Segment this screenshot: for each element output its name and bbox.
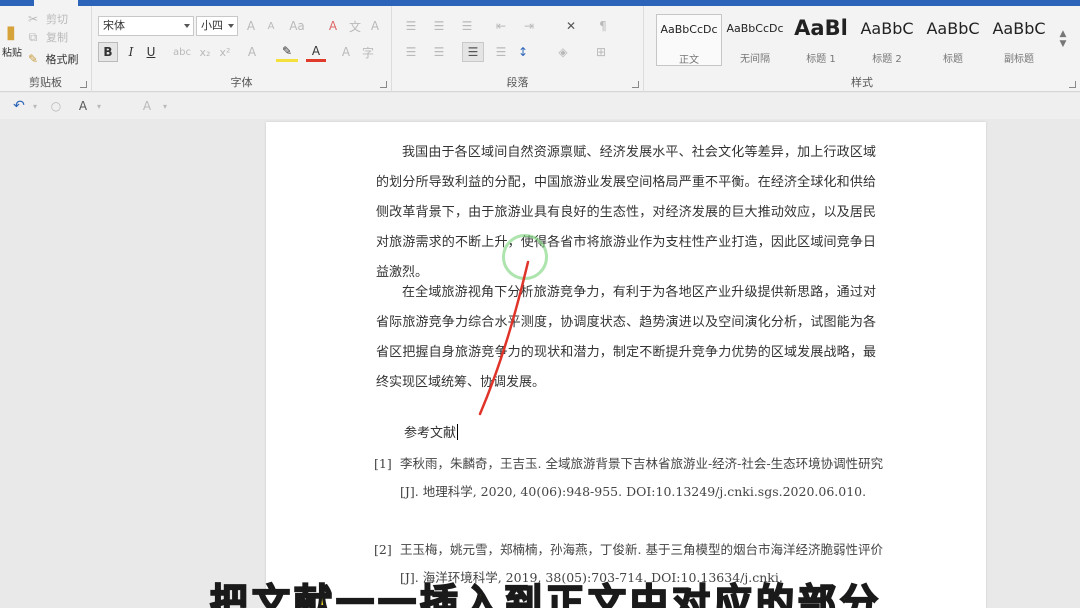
paragraph-group: ☰ ☰ ☰ ⇤ ⇥ ✕ ¶ ☰ ☰ ☰ ☰ ☰ ↕ ◈ ⊞ 段落	[392, 6, 644, 92]
font-style-icon[interactable]: A	[74, 96, 92, 116]
strikethrough-button[interactable]: abc	[172, 42, 192, 62]
format-painter-label[interactable]: 格式刷	[42, 52, 82, 66]
grow-font-icon[interactable]: A	[242, 16, 260, 36]
ribbon: ▮ 粘贴 ✂ 剪切 ⧉ 复制 ✎ 格式刷 剪贴板 宋体 小四 A A Aa A …	[0, 6, 1080, 92]
styles-group: AaBbCcDc 正文 AaBbCcDc 无间隔 AaBl 标题 1 AaBbC…	[644, 6, 1080, 92]
style-sample: AaBl	[794, 16, 848, 40]
show-marks-icon[interactable]: ¶	[592, 16, 614, 36]
multilevel-list-icon[interactable]: ☰	[456, 16, 478, 36]
document-page[interactable]: 我国由于各区域间自然资源禀赋、经济发展水平、社会文化等差异，加上行政区域的划分所…	[266, 122, 986, 608]
subscript-button[interactable]: x₂	[196, 42, 214, 62]
sort-icon[interactable]: ✕	[560, 16, 582, 36]
justify-icon[interactable]: ☰	[462, 42, 484, 62]
text-format-icon[interactable]: A	[138, 96, 156, 116]
chevron-down-icon	[184, 24, 190, 28]
word-window: ▮ 粘贴 ✂ 剪切 ⧉ 复制 ✎ 格式刷 剪贴板 宋体 小四 A A Aa A …	[0, 0, 1080, 608]
copy-icon[interactable]: ⧉	[26, 30, 40, 44]
style-heading-1[interactable]: AaBl 标题 1	[788, 14, 854, 66]
font-color-icon[interactable]: A	[306, 42, 326, 62]
clipboard-group: ▮ 粘贴 ✂ 剪切 ⧉ 复制 ✎ 格式刷 剪贴板	[0, 6, 92, 92]
numbering-icon[interactable]: ☰	[428, 16, 450, 36]
styles-scroll-icon[interactable]: ▲ ▼	[1056, 14, 1070, 64]
font-name-select[interactable]: 宋体	[98, 16, 194, 36]
style-subtitle[interactable]: AaBbC 副标题	[986, 14, 1052, 66]
cut-icon[interactable]: ✂	[26, 12, 40, 26]
format-painter-icon[interactable]: ✎	[26, 52, 40, 66]
style-name: 标题	[943, 54, 963, 65]
paste-label[interactable]: 粘贴	[0, 44, 24, 59]
align-left-icon[interactable]: ☰	[400, 42, 422, 62]
cut-label[interactable]: 剪切	[42, 12, 72, 26]
font-group: 宋体 小四 A A Aa A 文 A B I U abc x₂ x² A ✎ A…	[92, 6, 392, 92]
clear-format-icon[interactable]: A	[324, 16, 342, 36]
style-name: 正文	[679, 55, 699, 66]
decrease-indent-icon[interactable]: ⇤	[490, 16, 512, 36]
distributed-icon[interactable]: ☰	[490, 42, 512, 62]
line-spacing-icon[interactable]: ↕	[512, 42, 534, 62]
undo-icon[interactable]: ↶	[10, 96, 28, 116]
align-center-icon[interactable]: ☰	[428, 42, 450, 62]
font-name-value: 宋体	[103, 19, 125, 32]
chevron-down-icon[interactable]: ▾	[30, 96, 40, 116]
font-size-select[interactable]: 小四	[196, 16, 238, 36]
text-effects-icon[interactable]: A	[242, 42, 262, 62]
style-normal[interactable]: AaBbCcDc 正文	[656, 14, 722, 66]
char-shading-icon[interactable]: A	[336, 42, 356, 62]
bullets-icon[interactable]: ☰	[400, 16, 422, 36]
char-border-icon[interactable]: A	[366, 16, 384, 36]
style-sample: AaBbC	[860, 19, 914, 38]
superscript-button[interactable]: x²	[216, 42, 234, 62]
italic-button[interactable]: I	[122, 42, 140, 62]
annotation-stroke	[478, 260, 530, 416]
underline-button[interactable]: U	[142, 42, 160, 62]
redo-icon[interactable]: ○	[48, 96, 64, 116]
change-case-icon[interactable]: Aa	[286, 16, 308, 36]
style-sample: AaBbCcDc	[726, 22, 784, 35]
style-sample: AaBbCcDc	[660, 23, 718, 36]
bold-button[interactable]: B	[98, 42, 118, 62]
shading-icon[interactable]: ◈	[552, 42, 574, 62]
increase-indent-icon[interactable]: ⇥	[518, 16, 540, 36]
style-sample: AaBbC	[992, 19, 1046, 38]
styles-group-label: 样式	[851, 76, 873, 89]
style-name: 副标题	[1004, 54, 1034, 65]
style-name: 标题 1	[806, 54, 836, 65]
video-subtitle: 把文献一一插入到正文中对应的部分	[209, 580, 883, 608]
paragraph-launcher-icon[interactable]	[632, 81, 639, 88]
font-launcher-icon[interactable]	[380, 81, 387, 88]
style-no-spacing[interactable]: AaBbCcDc 无间隔	[722, 14, 788, 66]
paragraph-group-label: 段落	[506, 76, 529, 89]
style-title[interactable]: AaBbC 标题	[920, 14, 986, 66]
copy-label[interactable]: 复制	[42, 30, 72, 44]
clipboard-group-label: 剪贴板	[29, 76, 62, 89]
style-name: 标题 2	[872, 54, 902, 65]
enclosed-char-icon[interactable]: 字	[358, 42, 378, 62]
font-group-label: 字体	[230, 76, 253, 89]
chevron-down-icon[interactable]: ▾	[94, 96, 104, 116]
style-sample: AaBbC	[926, 19, 980, 38]
phonetic-guide-icon[interactable]: 文	[346, 16, 364, 36]
shrink-font-icon[interactable]: A	[262, 16, 280, 36]
style-heading-2[interactable]: AaBbC 标题 2	[854, 14, 920, 66]
borders-icon[interactable]: ⊞	[590, 42, 612, 62]
chevron-down-icon[interactable]: ▾	[160, 96, 170, 116]
chevron-down-icon	[228, 24, 234, 28]
highlight-icon[interactable]: ✎	[276, 42, 298, 62]
font-size-value: 小四	[201, 19, 223, 32]
styles-launcher-icon[interactable]	[1069, 81, 1076, 88]
quick-access-toolbar: ↶ ▾ ○ A ▾ A ▾	[0, 93, 1080, 119]
style-name: 无间隔	[740, 54, 770, 65]
clipboard-launcher-icon[interactable]	[80, 81, 87, 88]
